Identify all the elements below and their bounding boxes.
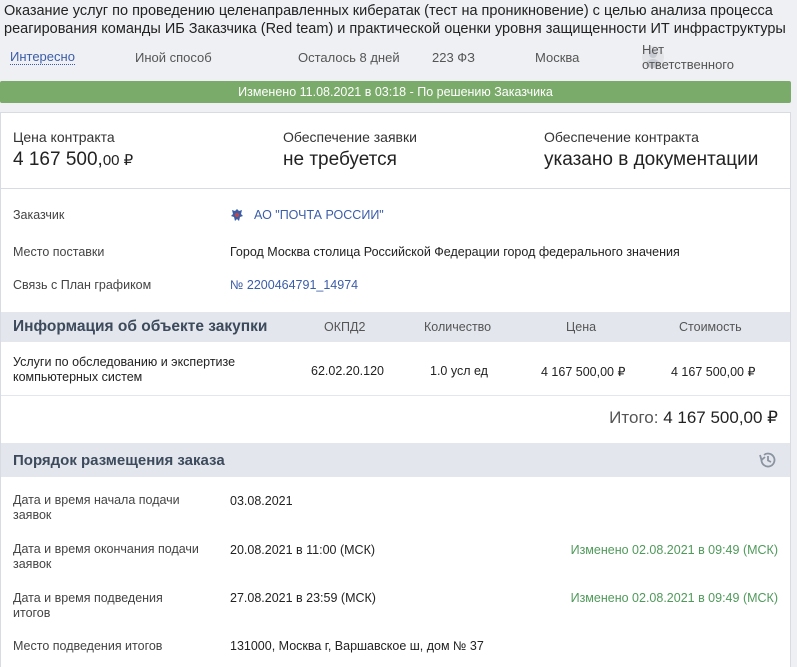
delivery-value: Город Москва столица Российской Федераци… [230, 245, 680, 259]
meta-bar: Интересно Иной способ Осталось 8 дней 22… [0, 42, 797, 72]
order-row-change: Изменено 02.08.2021 в 09:49 (МСК) [570, 591, 778, 605]
order-row-label: Дата и время окончания подачи заявок [13, 542, 199, 571]
interesting-link[interactable]: Интересно [10, 49, 75, 65]
object-title: Информация об объекте закупки [13, 318, 268, 335]
order-row-value: 03.08.2021 [230, 494, 293, 508]
object-header: Информация об объекте закупки ОКПД2 Коли… [1, 312, 790, 342]
order-row-value: 27.08.2021 в 23:59 (МСК) [230, 591, 376, 605]
change-banner: Изменено 11.08.2021 в 03:18 - По решению… [0, 81, 791, 103]
region: Москва [535, 49, 580, 65]
order-title: Порядок размещения заказа [13, 452, 225, 469]
order-header: Порядок размещения заказа [1, 443, 790, 477]
order-row-label: Место подведения итогов [13, 639, 163, 653]
coat-of-arms-icon [231, 209, 243, 221]
order-row-change: Изменено 02.08.2021 в 09:49 (МСК) [570, 543, 778, 557]
purchase-card: Цена контракта 4 167 500,00 ₽ Обеспечени… [0, 112, 791, 667]
application-security-value: не требуется [283, 149, 397, 170]
column-price: Цена [566, 320, 597, 334]
order-row-value: 131000, Москва г, Варшавское ш, дом № 37 [230, 639, 484, 653]
application-security: Обеспечение заявки не требуется [283, 129, 417, 171]
total-label: Итого: [609, 408, 659, 427]
contract-security-label: Обеспечение контракта [544, 129, 699, 145]
delivery-label: Место поставки [13, 245, 105, 259]
column-cost: Стоимость [679, 320, 742, 334]
purchase-title: Оказание услуг по проведению целенаправл… [4, 3, 786, 37]
days-remaining: Осталось 8 дней [298, 49, 400, 65]
item-price: 4 167 500,00 ₽ [541, 365, 626, 379]
customer-label: Заказчик [13, 208, 65, 222]
column-okpd: ОКПД2 [324, 320, 366, 334]
customer-value[interactable]: АО "ПОЧТА РОССИИ" [230, 208, 384, 222]
order-row-value: 20.08.2021 в 11:00 (МСК) [230, 543, 376, 557]
item-quantity: 1.0 усл ед [430, 364, 488, 378]
item-cost: 4 167 500,00 ₽ [671, 365, 756, 379]
application-security-label: Обеспечение заявки [283, 129, 417, 145]
price-summary: Цена контракта 4 167 500,00 ₽ Обеспечени… [1, 113, 790, 189]
contract-security: Обеспечение контракта указано в документ… [544, 129, 758, 171]
column-quantity: Количество [424, 320, 492, 334]
responsible-selector[interactable]: Нет ответственного [642, 42, 734, 72]
law-type: 223 ФЗ [432, 49, 476, 65]
history-icon[interactable] [758, 450, 778, 470]
plan-link[interactable]: № 2200464791_14974 [230, 278, 358, 292]
contract-price-value: 4 167 500,00 ₽ [13, 149, 134, 170]
order-row-label: Дата и время начала подачи заявок [13, 493, 180, 522]
item-okpd: 62.02.20.120 [311, 364, 384, 378]
procurement-method: Иной способ [135, 49, 212, 65]
plan-label: Связь с План графиком [13, 278, 152, 292]
contract-price: Цена контракта 4 167 500,00 ₽ [13, 129, 133, 171]
order-row-label: Дата и время подведения итогов [13, 591, 163, 620]
customer-link[interactable]: АО "ПОЧТА РОССИИ" [254, 208, 384, 222]
table-row: Услуги по обследованию и экспертизе комп… [1, 352, 790, 396]
total: Итого: 4 167 500,00 ₽ [609, 408, 778, 428]
total-value: 4 167 500,00 ₽ [663, 408, 778, 427]
item-name: Услуги по обследованию и экспертизе комп… [13, 355, 236, 384]
contract-security-value: указано в документации [544, 149, 759, 170]
contract-price-label: Цена контракта [13, 129, 115, 145]
responsible-label: Нет ответственного [642, 42, 734, 72]
